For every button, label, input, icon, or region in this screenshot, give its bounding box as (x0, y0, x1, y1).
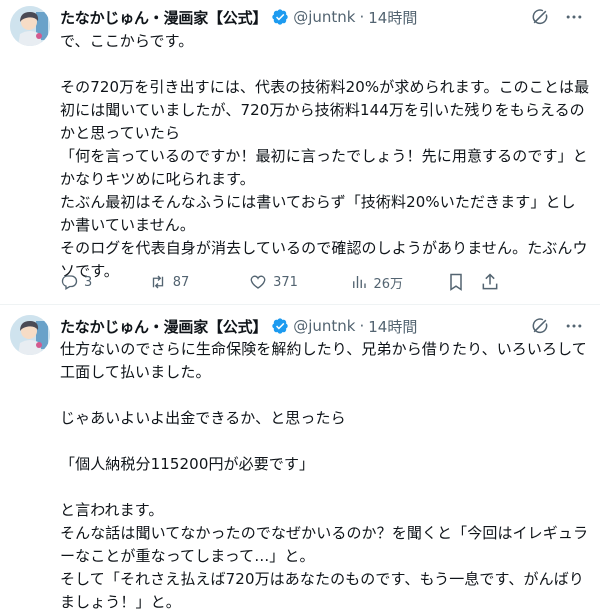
views-icon (352, 276, 366, 288)
grok-icon[interactable] (530, 316, 550, 336)
verified-badge-icon (271, 317, 289, 335)
avatar[interactable] (10, 6, 50, 46)
share-icon[interactable] (480, 272, 500, 292)
timestamp[interactable]: 14時間 (368, 316, 417, 337)
tweet-text: 仕方ないのでさらに生命保険を解約したり、兄弟から借りたり、いろいろして工面して払… (60, 340, 589, 611)
author-handle[interactable]: @juntnk (293, 317, 355, 335)
author-handle[interactable]: @juntnk (293, 8, 355, 26)
tweet-actions: 3 87 371 26万 (60, 272, 500, 292)
verified-badge-icon (271, 8, 289, 26)
separator: · (359, 8, 365, 26)
grok-icon[interactable] (530, 7, 550, 27)
bookmark-icon[interactable] (446, 272, 466, 292)
views-button[interactable]: 26万 (350, 273, 447, 292)
timestamp[interactable]: 14時間 (368, 7, 417, 28)
avatar-illustration-icon (10, 315, 50, 355)
author-name[interactable]: たなかじゅん・漫画家【公式】 (60, 316, 267, 337)
like-icon (250, 275, 266, 289)
tweet-header: たなかじゅん・漫画家【公式】 @juntnk · 14時間 (60, 313, 584, 339)
view-count: 26万 (373, 276, 404, 292)
tweet[interactable]: たなかじゅん・漫画家【公式】 @juntnk · 14時間 で、ここからです。 … (0, 0, 600, 305)
avatar[interactable] (10, 315, 50, 355)
separator: · (359, 317, 365, 335)
more-icon[interactable] (564, 316, 584, 336)
repost-button[interactable]: 87 (149, 273, 249, 291)
avatar-illustration-icon (10, 6, 50, 46)
author-name[interactable]: たなかじゅん・漫画家【公式】 (60, 7, 267, 28)
tweet-header: たなかじゅん・漫画家【公式】 @juntnk · 14時間 (60, 4, 584, 30)
reply-count: 3 (84, 274, 93, 290)
reply-button[interactable]: 3 (60, 273, 149, 291)
tweet[interactable]: たなかじゅん・漫画家【公式】 @juntnk · 14時間 仕方ないのでさらに生… (0, 305, 600, 611)
more-icon[interactable] (564, 7, 584, 27)
repost-icon (152, 275, 163, 289)
like-count: 371 (273, 274, 298, 290)
reply-icon (61, 275, 78, 290)
like-button[interactable]: 371 (249, 273, 349, 291)
repost-count: 87 (172, 274, 190, 290)
tweet-text: で、ここからです。 その720万を引き出すには、代表の技術料20%が求められます… (60, 32, 590, 280)
